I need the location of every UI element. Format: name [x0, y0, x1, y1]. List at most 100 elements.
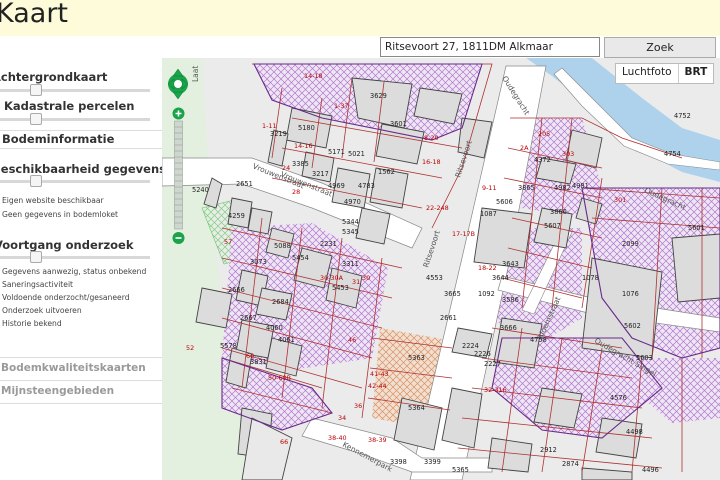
svg-text:5601: 5601: [688, 224, 705, 232]
map-canvas[interactable]: 3629 3601 5180 3219 3385 3217 5021 5171 1562 4…: [162, 58, 720, 480]
svg-text:8-20: 8-20: [424, 134, 439, 142]
pan-up-icon: [172, 68, 184, 77]
legend-item: Eigen website beschikbaar: [2, 196, 104, 205]
svg-text:1076: 1076: [622, 290, 639, 298]
svg-text:28: 28: [292, 188, 300, 196]
brt-toggle-button[interactable]: BRT: [677, 64, 714, 83]
section-bodemkwaliteitskaarten[interactable]: Bodemkwaliteitskaarten: [0, 357, 162, 381]
legend-item: Onderzoek uitvoeren: [2, 306, 82, 315]
svg-text:3866: 3866: [550, 208, 567, 216]
slider-handle[interactable]: [30, 251, 42, 263]
svg-text:4061: 4061: [278, 336, 295, 344]
svg-text:2661: 2661: [440, 314, 457, 322]
address-search-input[interactable]: [380, 37, 600, 57]
slider-handle[interactable]: [30, 113, 42, 125]
svg-text:3666: 3666: [500, 324, 517, 332]
svg-text:38-39: 38-39: [368, 436, 387, 444]
legend-item: Voldoende onderzocht/gesaneerd: [2, 293, 130, 302]
svg-text:46: 46: [348, 336, 356, 344]
svg-text:36: 36: [354, 402, 362, 410]
svg-text:2666: 2666: [228, 286, 245, 294]
svg-text:42-44: 42-44: [368, 382, 387, 390]
svg-text:4576: 4576: [610, 394, 627, 402]
svg-text:3217: 3217: [312, 170, 329, 178]
svg-text:18-22: 18-22: [478, 264, 497, 272]
svg-text:5180: 5180: [298, 124, 315, 132]
legend-item: Historie bekend: [2, 319, 62, 328]
svg-text:30: 30: [362, 274, 370, 282]
achtergrondkaart-opacity-slider[interactable]: [0, 84, 150, 96]
svg-text:66: 66: [280, 438, 288, 446]
svg-text:3385: 3385: [292, 160, 309, 168]
svg-text:3219: 3219: [270, 130, 287, 138]
svg-text:5171: 5171: [328, 148, 345, 156]
basemap-toggle: Luchtfoto BRT: [615, 63, 715, 84]
svg-text:14-16: 14-16: [294, 142, 313, 150]
svg-text:3586: 3586: [502, 296, 519, 304]
svg-text:17-17B: 17-17B: [452, 230, 475, 238]
svg-text:1078: 1078: [582, 274, 599, 282]
svg-text:5344: 5344: [342, 218, 359, 226]
svg-text:14-18: 14-18: [304, 72, 323, 80]
page-title: Kaart: [0, 0, 69, 29]
svg-text:4259: 4259: [228, 212, 245, 220]
svg-text:4372: 4372: [534, 156, 551, 164]
svg-text:5454: 5454: [292, 254, 309, 262]
svg-text:2099: 2099: [622, 240, 639, 248]
svg-text:9-11: 9-11: [482, 184, 497, 192]
svg-text:32-316: 32-316: [484, 386, 507, 394]
svg-text:3644: 3644: [492, 274, 509, 282]
section-label: Mijnsteengebieden: [1, 385, 115, 397]
section-mijnsteengebieden[interactable]: Mijnsteengebieden: [0, 380, 162, 404]
svg-text:3865: 3865: [518, 184, 535, 192]
svg-text:5365: 5365: [452, 466, 469, 474]
header-bar: Kaart: [0, 0, 720, 36]
svg-text:3643: 3643: [502, 260, 519, 268]
svg-text:60: 60: [246, 352, 254, 360]
svg-text:1-37: 1-37: [334, 102, 349, 110]
svg-text:4981: 4981: [572, 182, 589, 190]
divider: [0, 130, 162, 131]
svg-text:4498: 4498: [626, 428, 643, 436]
search-button[interactable]: Zoek: [604, 37, 716, 58]
svg-text:1-11: 1-11: [262, 122, 277, 130]
svg-text:50-60B: 50-60B: [268, 374, 291, 382]
svg-text:34: 34: [338, 414, 346, 422]
divider: [0, 148, 162, 149]
svg-text:1087: 1087: [480, 210, 497, 218]
kadastrale-percelen-opacity-slider[interactable]: [0, 113, 150, 125]
legend-item: Geen gegevens in bodemloket: [2, 210, 119, 219]
section-kadastrale-percelen: Kadastrale percelen: [4, 99, 135, 113]
svg-text:57: 57: [224, 238, 232, 246]
svg-text:4060: 4060: [266, 324, 283, 332]
svg-text:2874: 2874: [562, 460, 579, 468]
legend-item: Saneringsactiviteit: [2, 280, 74, 289]
slider-handle[interactable]: [30, 175, 42, 187]
svg-text:2226: 2226: [474, 350, 491, 358]
svg-text:5578: 5578: [220, 342, 237, 350]
svg-text:5606: 5606: [496, 198, 513, 206]
slider-handle[interactable]: [30, 84, 42, 96]
svg-text:5602: 5602: [624, 322, 641, 330]
svg-text:3311: 3311: [342, 260, 359, 268]
svg-text:2667: 2667: [240, 314, 257, 322]
svg-text:41-43: 41-43: [370, 370, 389, 378]
zoom-control[interactable]: [172, 107, 185, 245]
section-beschikbaarheid: Beschikbaarheid gegevens: [0, 162, 162, 176]
voortgang-opacity-slider[interactable]: [0, 251, 150, 263]
svg-text:303: 303: [562, 150, 574, 158]
svg-text:4982: 4982: [554, 184, 571, 192]
svg-text:4970: 4970: [344, 198, 361, 206]
svg-text:2224: 2224: [462, 342, 479, 350]
svg-text:205: 205: [538, 130, 550, 138]
beschikbaarheid-opacity-slider[interactable]: [0, 175, 150, 187]
svg-text:3601: 3601: [390, 120, 407, 128]
luchtfoto-toggle-button[interactable]: Luchtfoto: [616, 64, 678, 83]
svg-text:3629: 3629: [370, 92, 387, 100]
pan-control[interactable]: [167, 67, 189, 101]
section-bodeminformatie[interactable]: Bodeminformatie: [2, 132, 114, 146]
svg-text:3073: 3073: [250, 258, 267, 266]
svg-text:5364: 5364: [408, 404, 425, 412]
section-label: Bodemkwaliteitskaarten: [1, 362, 146, 374]
legend-item: Gegevens aanwezig, status onbekend: [2, 267, 147, 276]
